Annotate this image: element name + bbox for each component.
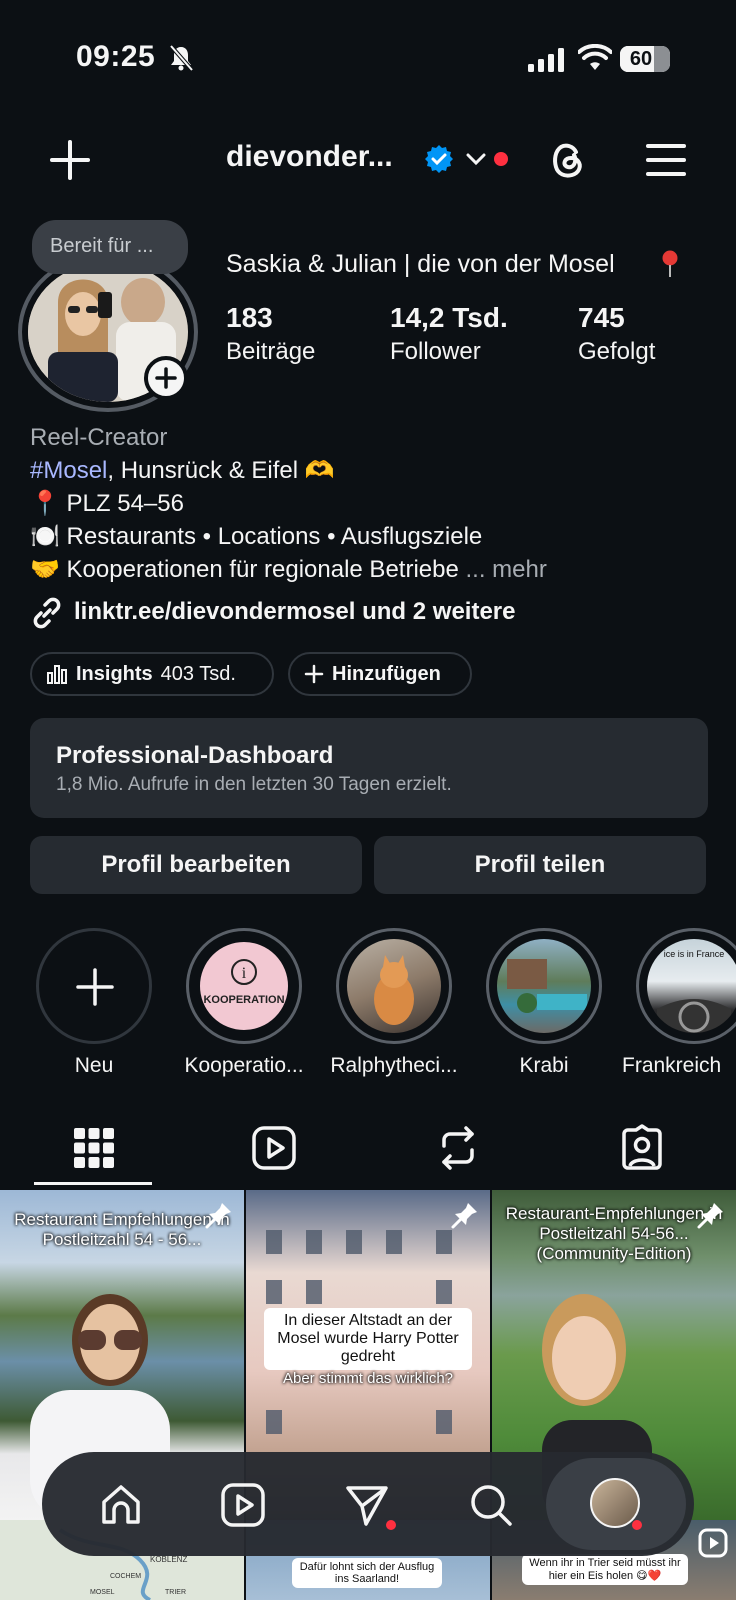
bio-line-1: #Mosel, Hunsrück & Eifel 🫶 — [30, 456, 335, 485]
dashboard-subtitle: 1,8 Mio. Aufrufe in den letzten 30 Tagen… — [56, 774, 452, 795]
map-label-koblenz: KOBLENZ — [150, 1555, 187, 1564]
frankreich-cover-text: ice is in France — [663, 949, 725, 959]
map-label-cochem: COCHEM — [110, 1573, 141, 1580]
following-count[interactable]: 745 — [578, 302, 625, 334]
share-profile-button[interactable]: Profil teilen — [374, 836, 706, 894]
map-label-trier: TRIER — [165, 1589, 186, 1596]
highlight-new[interactable] — [36, 928, 152, 1044]
post-5-caption: Dafür lohnt sich der Ausflug ins Saarlan… — [292, 1558, 442, 1588]
battery-level: 60 — [629, 48, 653, 70]
grid-tab-icon[interactable] — [70, 1124, 118, 1172]
svg-text:i: i — [242, 965, 247, 982]
insights-label: Insights — [76, 662, 153, 685]
frankreich-cover: ice is in France — [647, 939, 736, 1033]
search-icon[interactable] — [468, 1482, 514, 1528]
bio-line-1-text: , Hunsrück & Eifel 🫶 — [107, 457, 335, 484]
bar-chart-icon — [47, 665, 67, 684]
profile-notification-dot — [632, 1520, 642, 1530]
followers-label[interactable]: Follower — [390, 338, 481, 366]
notification-dot — [494, 152, 508, 166]
highlight-label-frankreich[interactable]: Frankreich — [622, 1054, 736, 1078]
messages-send-icon[interactable] — [344, 1482, 390, 1528]
hashtag-link[interactable]: #Mosel — [30, 457, 107, 484]
battery-indicator: 60 — [620, 46, 670, 72]
highlight-kooperation[interactable]: i KOOPERATION — [186, 928, 302, 1044]
followers-count[interactable]: 14,2 Tsd. — [390, 302, 508, 334]
plus-icon — [76, 968, 114, 1006]
posts-label[interactable]: Beiträge — [226, 338, 315, 366]
following-label[interactable]: Gefolgt — [578, 338, 655, 366]
dashboard-title: Professional-Dashboard — [56, 742, 334, 769]
display-name: Saskia & Julian | die von der Mosel — [226, 250, 615, 278]
messages-notification-dot — [386, 1520, 396, 1530]
post-2-caption: In dieser Altstadt an der Mosel wurde Ha… — [264, 1308, 472, 1370]
highlight-frankreich[interactable]: ice is in France — [636, 928, 736, 1044]
header-username[interactable]: dievonder... — [226, 140, 393, 174]
insights-pill[interactable]: Insights 403 Tsd. — [30, 652, 274, 696]
link-icon — [33, 597, 61, 629]
reels-tab-icon[interactable] — [250, 1124, 298, 1172]
create-plus-icon[interactable] — [48, 138, 92, 182]
bio-line-4: 🤝 Kooperationen für regionale Betriebe .… — [30, 555, 547, 584]
threads-icon[interactable] — [546, 138, 590, 182]
insights-value: 403 Tsd. — [160, 662, 236, 685]
note-bubble[interactable]: Bereit für ... — [32, 220, 188, 274]
posts-count[interactable]: 183 — [226, 302, 273, 334]
highlight-krabi[interactable] — [486, 928, 602, 1044]
bio-line-4-text: 🤝 Kooperationen für regionale Betriebe — [30, 556, 459, 583]
reposts-tab-icon[interactable] — [434, 1124, 482, 1172]
post-6-caption: Wenn ihr in Trier seid müsst ihr hier ei… — [522, 1554, 688, 1585]
location-pin-icon — [662, 250, 678, 277]
post-2-caption-2: Aber stimmt das wirklich? — [282, 1370, 454, 1387]
status-time: 09:25 — [76, 40, 156, 73]
map-label-mosel: MOSEL — [90, 1589, 115, 1596]
bio-line-3: 🍽️ Restaurants • Locations • Ausflugszie… — [30, 523, 483, 550]
add-pill[interactable]: Hinzufügen — [288, 652, 472, 696]
bio-more-link[interactable]: ... mehr — [466, 556, 547, 583]
highlight-ralphy[interactable] — [336, 928, 452, 1044]
cat-cover — [347, 939, 441, 1033]
tagged-tab-icon[interactable] — [618, 1124, 666, 1172]
highlight-label-krabi[interactable]: Krabi — [474, 1054, 614, 1078]
verified-badge-icon — [425, 145, 453, 173]
home-icon[interactable] — [98, 1482, 144, 1528]
bell-muted-icon — [169, 44, 194, 72]
profile-link[interactable]: linktr.ee/dievondermosel und 2 weitere — [74, 598, 515, 626]
reels-nav-icon[interactable] — [220, 1482, 266, 1528]
highlight-label-ralphy[interactable]: Ralphytheci... — [324, 1054, 464, 1078]
signal-icon — [528, 48, 564, 72]
highlight-label-kooperation[interactable]: Kooperatio... — [174, 1054, 314, 1078]
pinned-icon — [451, 1203, 477, 1229]
reel-icon — [698, 1528, 728, 1558]
pinned-icon — [697, 1203, 723, 1229]
pinned-icon — [205, 1203, 231, 1229]
krabi-cover — [497, 939, 591, 1033]
add-story-button[interactable] — [144, 356, 188, 400]
bio-line-2: 📍 PLZ 54–56 — [30, 490, 184, 517]
highlight-label-new[interactable]: Neu — [24, 1054, 164, 1078]
profile-category: Reel-Creator — [30, 424, 168, 451]
plus-icon — [304, 664, 324, 684]
kooperation-cover: i KOOPERATION — [197, 939, 291, 1033]
info-icon: i — [231, 959, 257, 985]
hamburger-menu-icon[interactable] — [646, 142, 686, 178]
wifi-icon — [578, 44, 612, 70]
edit-profile-button[interactable]: Profil bearbeiten — [30, 836, 362, 894]
kooperation-cover-text: KOOPERATION — [203, 994, 285, 1006]
chevron-down-icon[interactable] — [466, 150, 486, 168]
active-tab-indicator — [34, 1182, 152, 1185]
add-label: Hinzufügen — [332, 662, 441, 685]
